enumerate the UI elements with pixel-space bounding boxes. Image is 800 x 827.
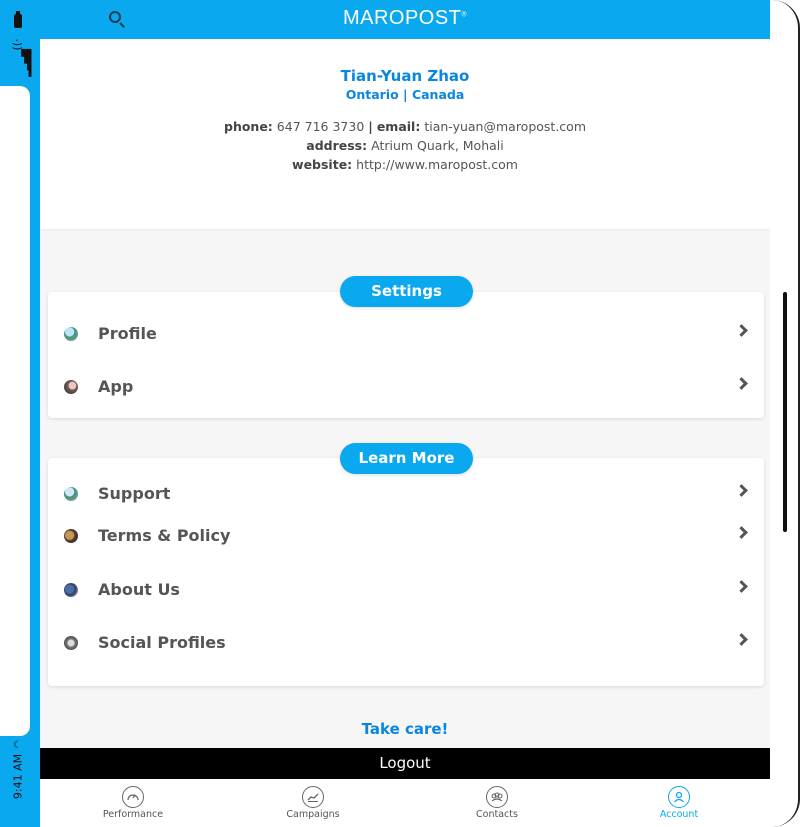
chevron-right-icon [735, 633, 748, 646]
account-content[interactable]: Tian-Yuan Zhao Ontario | Canada phone: 6… [40, 39, 770, 748]
separator: | [368, 119, 373, 134]
chevron-right-icon [735, 484, 748, 497]
take-care-text: Take care! [361, 720, 449, 738]
address-line: address: Atrium Quark, Mohali [40, 138, 770, 153]
settings-item-label: Profile [98, 324, 157, 343]
brand-registered-mark: ® [461, 11, 468, 19]
profile-name: Tian-Yuan Zhao [340, 67, 470, 85]
wifi-icon: ((· [10, 38, 24, 51]
learn-item-support[interactable]: Support [48, 474, 764, 514]
tab-label: Performance [102, 809, 164, 820]
user-icon [668, 786, 690, 808]
tab-performance[interactable]: Performance [42, 779, 224, 827]
chevron-right-icon [735, 324, 748, 337]
address-value: Atrium Quark, Mohali [371, 138, 504, 153]
battery-icon [14, 11, 22, 28]
group-icon [486, 786, 508, 808]
website-value: http://www.maropost.com [356, 157, 518, 172]
tab-campaigns[interactable]: Campaigns [222, 779, 404, 827]
tab-label: Campaigns [286, 809, 340, 820]
profile-location: Ontario | Canada [345, 87, 465, 102]
tab-label: Account [659, 809, 699, 820]
email-value: tian-yuan@maropost.com [424, 119, 586, 134]
phone-label: phone: [224, 119, 273, 134]
status-bar-content: ((· ▂▃▅▇ ☾ 9:41 AM [3, 0, 33, 827]
terms-avatar-icon [64, 529, 78, 543]
app-header: MAROPOST® [40, 0, 770, 39]
settings-item-label: App [98, 377, 134, 396]
phone-value: 647 716 3730 [276, 119, 365, 134]
learn-more-header-pill: Learn More [340, 443, 473, 474]
status-bar: ((· ▂▃▅▇ ☾ 9:41 AM [0, 0, 40, 827]
bottom-tab-bar: Performance Campaigns Contacts Account [40, 779, 770, 827]
tab-account[interactable]: Account [588, 779, 770, 827]
learn-item-terms-policy[interactable]: Terms & Policy [48, 516, 764, 556]
gauge-icon [122, 786, 144, 808]
learn-item-label: Social Profiles [98, 633, 226, 652]
app-avatar-icon [64, 380, 78, 394]
settings-section: Profile App [48, 292, 764, 418]
settings-item-profile[interactable]: Profile [48, 314, 764, 354]
about-avatar-icon [64, 583, 78, 597]
profile-avatar-icon [64, 327, 78, 341]
support-avatar-icon [64, 487, 78, 501]
settings-header-pill: Settings [340, 276, 473, 307]
status-time: 9:41 AM [11, 753, 25, 800]
learn-item-about-us[interactable]: About Us [48, 570, 764, 610]
learn-item-label: Support [98, 484, 171, 503]
learn-item-social-profiles[interactable]: Social Profiles [48, 623, 764, 663]
chevron-right-icon [735, 377, 748, 390]
chevron-right-icon [735, 580, 748, 593]
tab-contacts[interactable]: Contacts [406, 779, 588, 827]
learn-item-label: About Us [98, 580, 180, 599]
website-line: website: http://www.maropost.com [40, 157, 770, 172]
profile-card: Tian-Yuan Zhao Ontario | Canada phone: 6… [40, 39, 770, 229]
email-label: email: [376, 119, 421, 134]
tab-label: Contacts [476, 809, 518, 820]
settings-item-app[interactable]: App [48, 367, 764, 407]
chevron-right-icon [735, 526, 748, 539]
learn-more-section: Support Terms & Policy About Us Social P… [48, 458, 764, 686]
brand-logo: MAROPOST® [40, 7, 770, 30]
website-label: website: [292, 157, 353, 172]
address-label: address: [306, 138, 368, 153]
device-frame: ((· ▂▃▅▇ ☾ 9:41 AM MAROPOST® Tian-Yuan Z… [0, 0, 800, 827]
scrollbar[interactable] [783, 292, 787, 532]
logout-button[interactable]: Logout [40, 748, 770, 779]
signal-icon: ▂▃▅▇ [20, 50, 32, 77]
learn-item-label: Terms & Policy [98, 526, 231, 545]
chart-icon [302, 786, 324, 808]
brand-text: MAROPOST [342, 7, 462, 29]
contact-line: phone: 647 716 3730 | email: tian-yuan@m… [40, 119, 770, 134]
social-avatar-icon [64, 636, 78, 650]
